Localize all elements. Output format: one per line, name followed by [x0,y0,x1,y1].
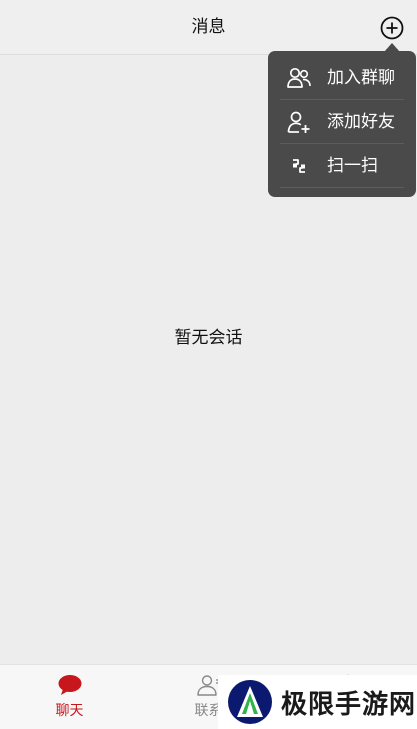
menu-item-add-friend[interactable]: 添加好友 [268,100,416,144]
menu-divider [280,187,404,188]
scan-icon [286,153,312,179]
app-root: 消息 加入群聊 添加好友 扫一扫 暂无会话 聊天 联系 极限手游网 [0,0,417,729]
empty-state-text: 暂无会话 [174,328,243,348]
menu-item-scan[interactable]: 扫一扫 [268,144,416,188]
add-button[interactable] [380,16,404,40]
menu-item-label: 添加好友 [327,112,395,132]
tab-label: 聊天 [55,703,84,719]
menu-item-join-group[interactable]: 加入群聊 [268,56,416,100]
tab-chat[interactable]: 聊天 [0,665,139,729]
top-header: 消息 [0,0,417,55]
chat-bubble-icon [57,674,83,696]
add-friend-icon [286,109,312,135]
watermark-logo-icon [228,680,272,724]
menu-item-label: 加入群聊 [327,68,395,88]
page-title: 消息 [191,17,226,37]
watermark-banner: 极限手游网 [218,675,417,729]
plus-circle-icon [380,16,404,40]
watermark-text: 极限手游网 [281,689,417,720]
group-icon [286,65,312,91]
menu-item-label: 扫一扫 [327,156,378,176]
popup-menu: 加入群聊 添加好友 扫一扫 [268,51,416,197]
